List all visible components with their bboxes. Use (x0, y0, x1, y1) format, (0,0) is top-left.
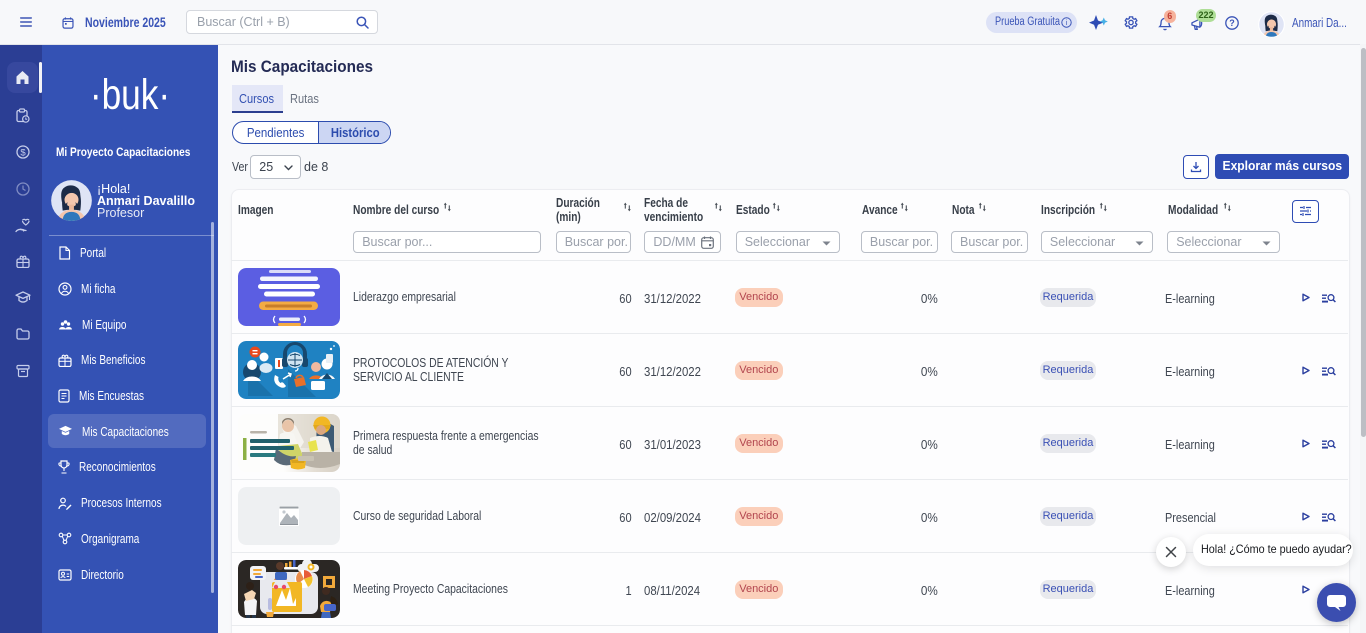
svg-text:i: i (1066, 20, 1068, 27)
svg-text:?: ? (1229, 18, 1235, 28)
svg-text:$: $ (20, 147, 26, 158)
